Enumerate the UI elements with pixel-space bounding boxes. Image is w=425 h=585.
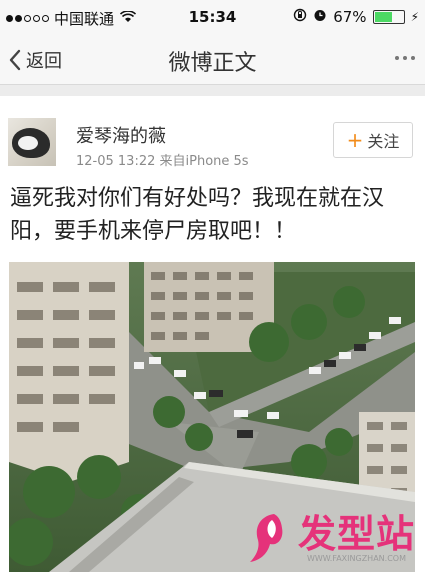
watermark-name: 发型站: [297, 511, 415, 556]
alarm-icon: [313, 8, 327, 26]
post-card: 爱琴海的薇 12-05 13:22 来自iPhone 5s + 关注 逼死我对你…: [0, 96, 425, 585]
follow-label: 关注: [367, 132, 400, 151]
more-options-icon[interactable]: [395, 56, 415, 60]
plus-icon: +: [346, 128, 364, 152]
charging-icon: ⚡: [410, 10, 419, 24]
post-timestamp: 12-05 13:22: [76, 154, 156, 169]
post-meta: 12-05 13:22 来自iPhone 5s: [76, 150, 249, 169]
rotation-lock-icon: [293, 8, 307, 26]
battery-icon: [372, 10, 405, 24]
page-title: 微博正文: [168, 51, 257, 76]
avatar[interactable]: [8, 118, 56, 166]
watermark-url: WWW.FAXINGZHAN.COM: [306, 553, 406, 563]
post-text: 逼死我对你们有好处吗？我现在就在汉阳，要手机来停尸房取吧！！: [10, 186, 385, 244]
username[interactable]: 爱琴海的薇: [76, 122, 166, 148]
status-right: 67% ⚡: [293, 8, 419, 26]
post-source: 来自iPhone 5s: [159, 154, 249, 169]
status-bar: 中国联通 15:34 67% ⚡: [0, 0, 425, 34]
watermark: 发型站 WWW.FAXINGZHAN.COM: [248, 510, 415, 566]
nav-bar: 返回 微博正文: [0, 34, 425, 85]
woman-silhouette-icon: [249, 514, 283, 562]
follow-button[interactable]: + 关注: [333, 122, 413, 158]
battery-percent: 67%: [333, 8, 367, 26]
